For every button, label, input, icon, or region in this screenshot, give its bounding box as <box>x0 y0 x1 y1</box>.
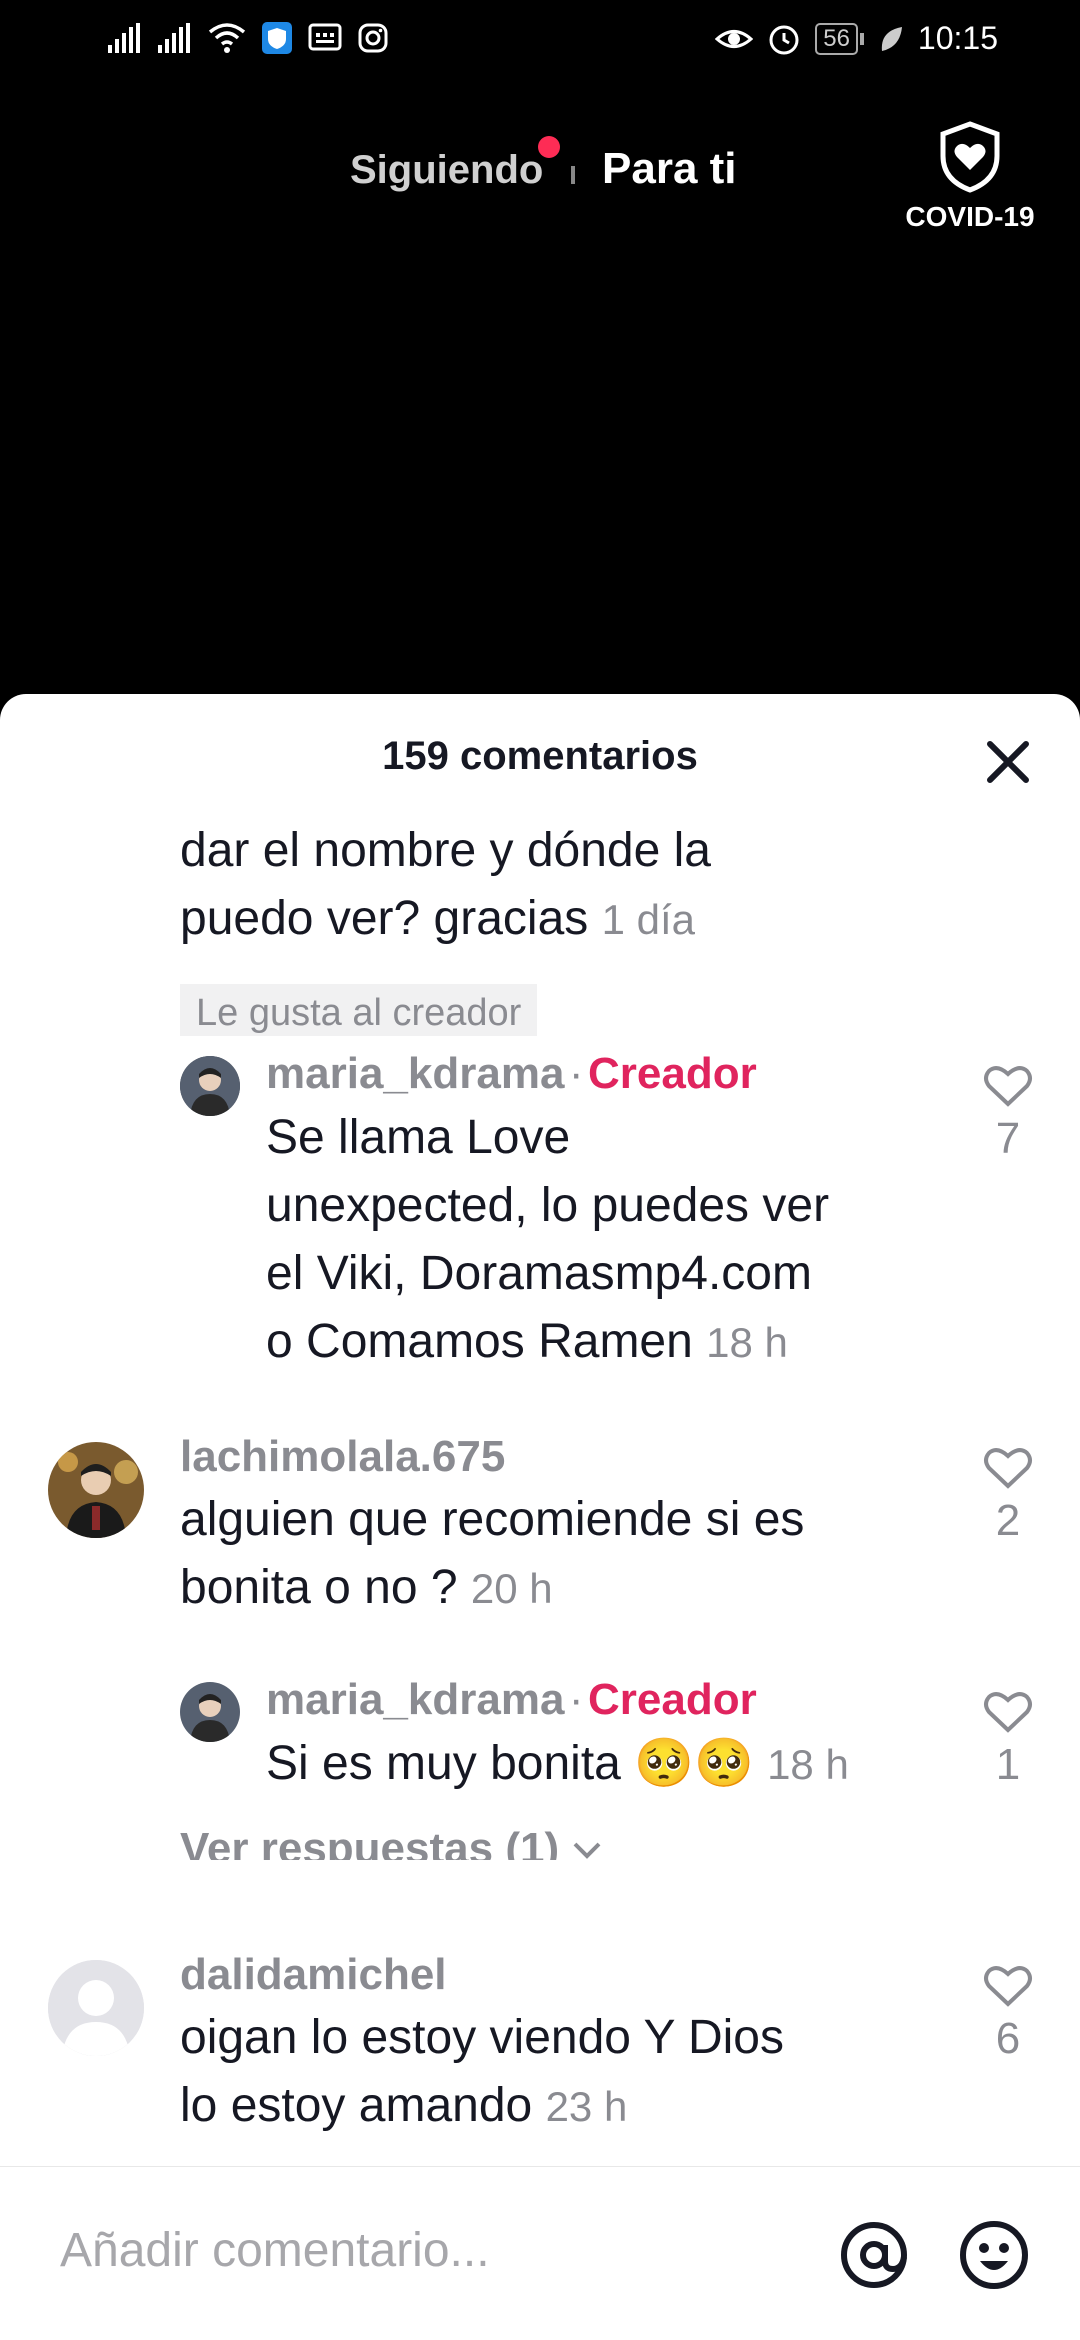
view-replies-button[interactable]: Ver respuestas (1) <box>180 1824 603 1860</box>
like-button[interactable]: 1 <box>978 1690 1038 1790</box>
heart-icon <box>984 1692 1032 1733</box>
comment-input-bar: Añadir comentario... <box>0 2166 1080 2340</box>
shield-icon <box>262 22 292 54</box>
wifi-icon <box>208 23 246 53</box>
status-bar: 56 10:15 <box>0 0 1080 90</box>
notification-dot <box>538 136 560 158</box>
leaf-icon <box>881 26 902 51</box>
heart-icon <box>984 1966 1032 2007</box>
signal-icon <box>158 23 190 53</box>
avatar[interactable] <box>48 1442 144 1538</box>
signal-icon <box>108 23 140 53</box>
mention-icon[interactable] <box>838 2219 910 2291</box>
emoji-icon[interactable] <box>958 2219 1030 2291</box>
nav-divider <box>571 166 575 184</box>
heart-icon <box>984 1066 1032 1107</box>
battery-level: 56 <box>815 22 858 55</box>
screen-icon <box>308 23 342 51</box>
comments-sheet: 159 comentarios dar el nombre y dónde la… <box>0 694 1080 2340</box>
avatar[interactable] <box>180 1682 240 1742</box>
close-icon[interactable] <box>980 734 1036 790</box>
comment-username[interactable]: maria_kdrama <box>266 1675 564 1724</box>
comments-list[interactable]: dar el nombre y dónde la puedo ver? grac… <box>0 824 1080 1860</box>
comments-count-title: 159 comentarios <box>382 734 698 778</box>
feed-top-nav: Siguiendo Para ti COVID-19 <box>0 120 1080 232</box>
separator-dot: · <box>568 1675 584 1724</box>
avatar[interactable] <box>48 1960 144 2056</box>
covid-label: COVID-19 <box>905 201 1035 232</box>
like-count: 7 <box>995 1114 1021 1163</box>
comment-input[interactable]: Añadir comentario... <box>60 2223 490 2278</box>
comment-text: oigan lo estoy viendo Y Dios lo estoy am… <box>180 2011 784 2132</box>
separator-dot: · <box>568 1049 584 1098</box>
eye-icon <box>715 29 754 48</box>
comment-time: 23 h <box>545 2083 628 2130</box>
comment-time: 20 h <box>470 1565 553 1612</box>
like-button[interactable]: 7 <box>978 1064 1038 1164</box>
like-button[interactable]: 6 <box>978 1964 1038 2064</box>
covid-button[interactable]: COVID-19 <box>900 120 1040 233</box>
heart-icon <box>984 1448 1032 1489</box>
clock: 10:15 <box>917 20 998 56</box>
shield-heart-icon <box>940 121 1000 193</box>
comment-username[interactable]: dalidamichel <box>180 1950 447 2000</box>
like-count: 2 <box>995 1496 1021 1545</box>
tab-for-you[interactable]: Para ti <box>602 144 737 194</box>
like-button[interactable]: 2 <box>978 1446 1038 1546</box>
like-count: 1 <box>995 1740 1021 1789</box>
comment-text: dar el nombre y dónde la puedo ver? grac… <box>180 824 711 945</box>
creator-badge: Creador <box>587 1049 757 1098</box>
comment-username[interactable]: lachimolala.675 <box>180 1432 505 1482</box>
comment-text: Se llama Love unexpected, lo puedes ver … <box>266 1111 830 1368</box>
instagram-icon <box>358 23 388 53</box>
comments-header: 159 comentarios <box>0 694 1080 824</box>
comment-text: Si es muy bonita 🥺🥺 18 h <box>266 1737 849 1790</box>
liked-by-creator-badge: Le gusta al creador <box>180 984 538 1036</box>
alarm-icon <box>769 25 799 54</box>
comment-username[interactable]: maria_kdrama <box>266 1049 564 1098</box>
comment-item: dar el nombre y dónde la puedo ver? grac… <box>180 824 1000 954</box>
like-count: 6 <box>995 2014 1021 2063</box>
comment-time: 1 día <box>601 896 696 943</box>
tab-following[interactable]: Siguiendo <box>350 148 543 193</box>
comment-time: 18 h <box>706 1319 788 1366</box>
avatar[interactable] <box>180 1056 240 1116</box>
comment-text: alguien que recomiende si es bonita o no… <box>180 1493 805 1614</box>
creator-badge: Creador <box>587 1675 757 1724</box>
chevron-down-icon <box>573 1842 601 1860</box>
comment-time: 18 h <box>767 1741 849 1788</box>
battery-icon: 56 <box>815 22 864 55</box>
